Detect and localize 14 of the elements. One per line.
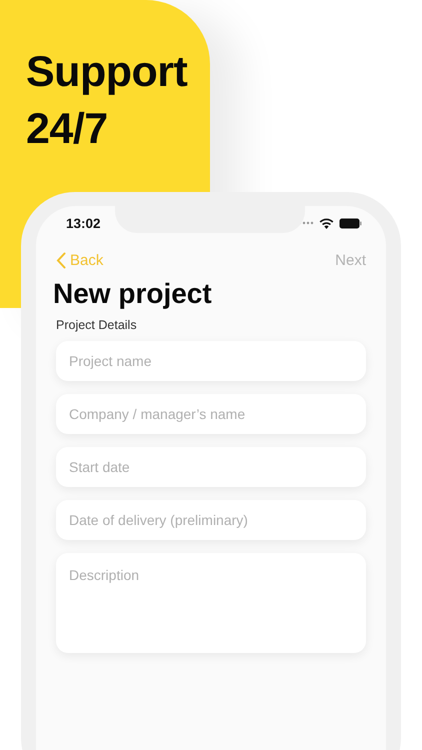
section-label: Project Details [56,318,137,332]
input-field[interactable]: Start date [56,447,366,487]
headline: Support [26,47,188,98]
input-field[interactable]: Project name [56,341,366,381]
status-time: 13:02 [66,216,101,230]
screen-title: New project [53,278,212,310]
headline: 24/7 [26,104,108,155]
chevron-left-icon [56,252,66,268]
battery-icon [339,218,362,228]
description-field[interactable]: Description [56,553,366,653]
input-field[interactable]: Date of delivery (preliminary) [56,500,366,540]
back-button[interactable]: Back [56,252,104,268]
wifi-icon [319,218,334,228]
input-field[interactable]: Company / manager’s name [56,394,366,434]
